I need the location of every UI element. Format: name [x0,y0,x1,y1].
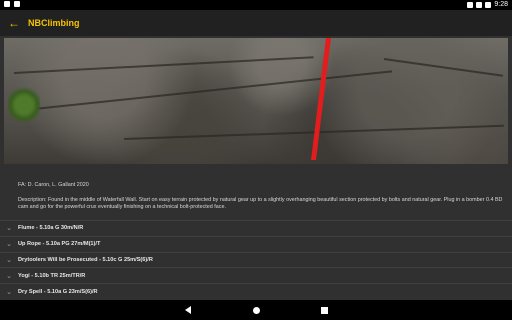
chevron-down-icon: ⌄ [6,272,12,280]
chevron-down-icon: ⌄ [6,288,12,296]
route-item[interactable]: ⌄ Flume - 5.10a G 30m/N/R [0,220,512,236]
nav-recents-button[interactable] [319,305,329,315]
recents-icon [320,306,328,314]
route-photo [4,38,508,164]
first-ascent-text: FA: D. Caron, L. Gallant 2020 [18,182,89,188]
route-item-label: Drytoolers Will be Prosecuted - 5.10c G … [18,256,153,263]
status-bar: 9:28 [0,0,512,10]
nav-home-button[interactable] [251,305,261,315]
storage-icon [14,1,20,7]
route-item[interactable]: ⌄ Dry Spell - 5.10a G 23m/S(6)/R [0,283,512,299]
moss-patch [8,86,40,124]
chevron-down-icon: ⌄ [6,256,12,264]
route-item-label: Flume - 5.10a G 30m/N/R [18,225,84,232]
home-icon [252,306,260,314]
signal-icon [476,2,483,8]
system-nav-bar [0,300,512,320]
clock: 9:28 [494,1,508,8]
wifi-icon [467,2,474,8]
route-item-label: Up Rope - 5.10a PG 27m/M(1)/T [18,241,101,248]
page-title: NBClimbing [28,18,80,28]
battery-icon [485,2,492,8]
back-button[interactable]: ← [0,10,28,36]
arrow-back-icon: ← [8,16,20,30]
back-icon [185,306,191,314]
app-bar: ← NBClimbing [0,10,512,36]
route-item-label: Dry Spell - 5.10a G 23m/S(6)/R [18,288,98,295]
alert-icon [4,1,10,7]
chevron-down-icon: ⌄ [6,241,12,249]
route-item[interactable]: ⌄ Drytoolers Will be Prosecuted - 5.10c … [0,251,512,268]
route-item-label: Yogi - 5.10b TR 25m/TR/R [18,272,86,279]
nav-back-button[interactable] [183,305,193,315]
route-list: ⌄ Flume - 5.10a G 30m/N/R ⌄ Up Rope - 5.… [0,220,512,299]
rock-texture [4,38,508,164]
route-info: FA: D. Caron, L. Gallant 2020 Descriptio… [18,182,506,212]
route-item[interactable]: ⌄ Yogi - 5.10b TR 25m/TR/R [0,267,512,283]
route-item[interactable]: ⌄ Up Rope - 5.10a PG 27m/M(1)/T [0,235,512,252]
description-text: Description: Found in the middle of Wate… [18,197,503,211]
chevron-down-icon: ⌄ [6,225,12,233]
